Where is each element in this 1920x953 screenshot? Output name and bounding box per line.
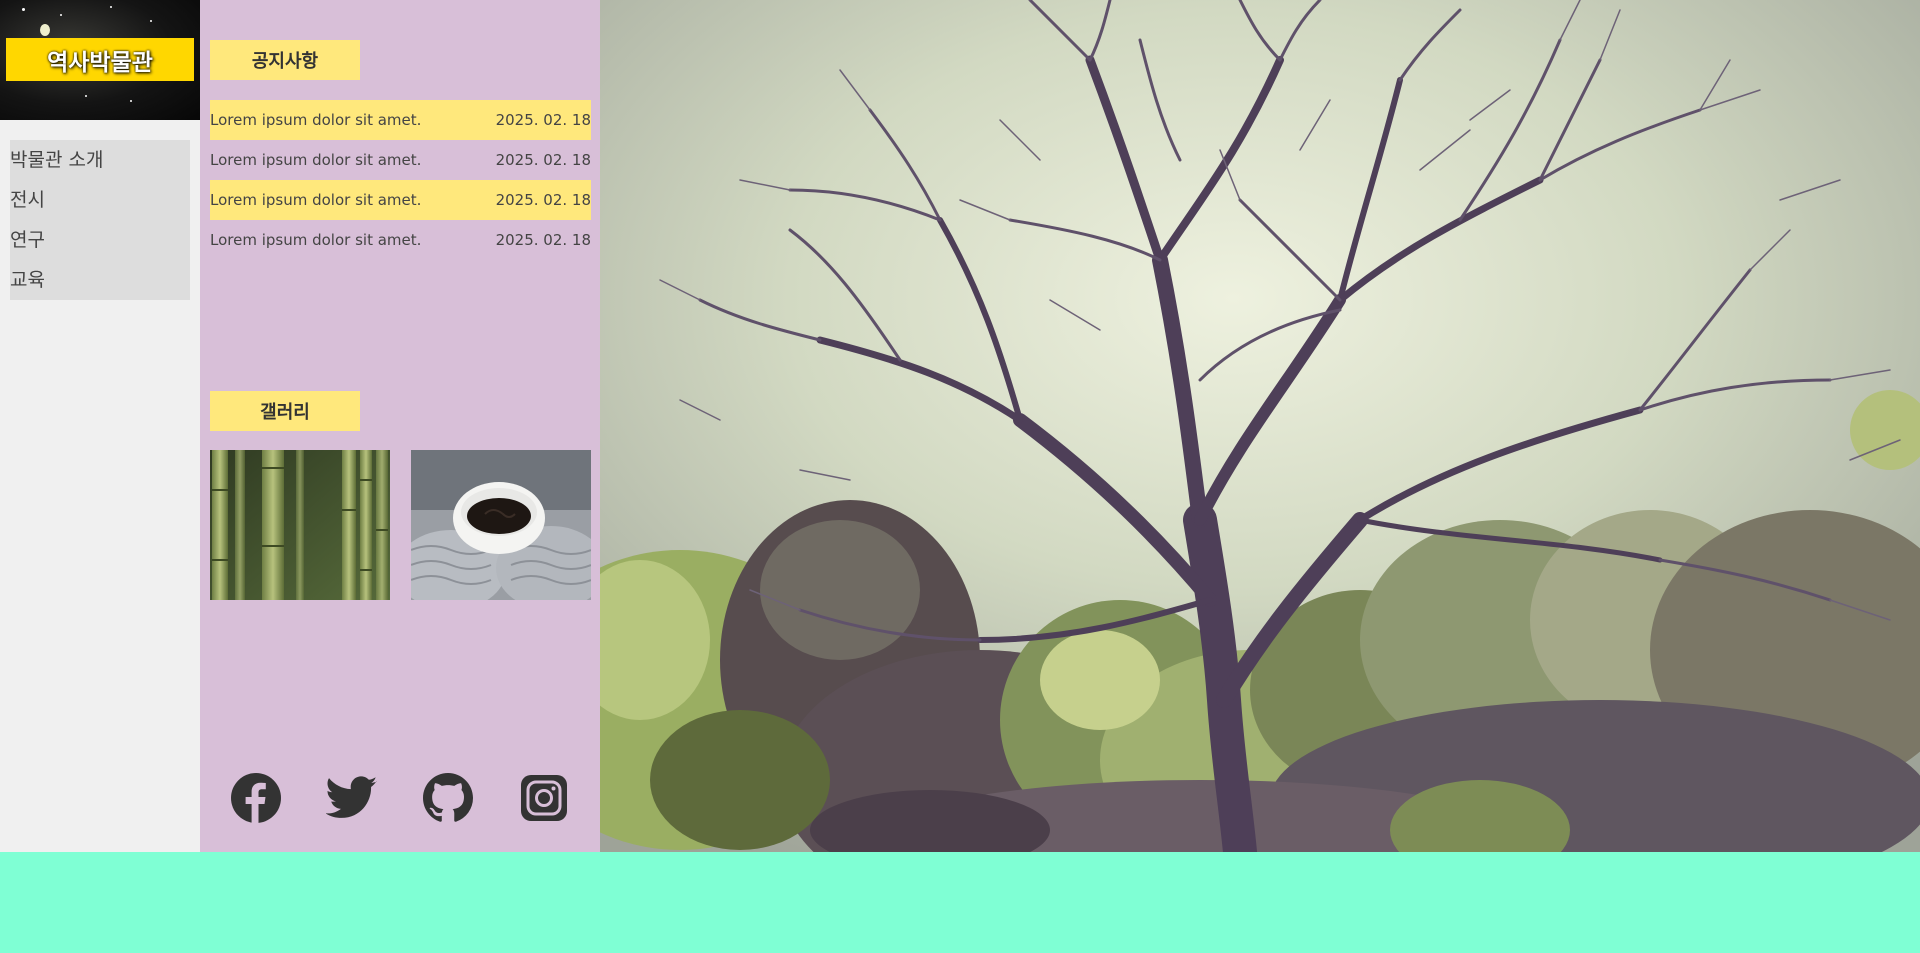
notice-text: Lorem ipsum dolor sit amet.	[210, 191, 422, 209]
left-sidebar: 역사박물관 박물관 소개 전시 연구 교육	[0, 0, 200, 852]
main-menu: 박물관 소개 전시 연구 교육	[10, 140, 190, 300]
gallery	[210, 450, 591, 600]
site-logo[interactable]: 역사박물관	[6, 38, 194, 81]
notice-date: 2025. 02. 18	[495, 111, 591, 129]
instagram-icon[interactable]	[518, 772, 570, 824]
menu-item-education[interactable]: 교육	[10, 260, 190, 300]
social-links	[230, 772, 570, 824]
notice-row[interactable]: Lorem ipsum dolor sit amet. 2025. 02. 18	[210, 100, 591, 140]
notice-text: Lorem ipsum dolor sit amet.	[210, 151, 422, 169]
notice-row[interactable]: Lorem ipsum dolor sit amet. 2025. 02. 18	[210, 140, 591, 180]
gallery-image-bamboo[interactable]	[210, 450, 390, 600]
menu-item-research[interactable]: 연구	[10, 220, 190, 260]
facebook-icon[interactable]	[230, 772, 282, 824]
content-column: 공지사항 Lorem ipsum dolor sit amet. 2025. 0…	[200, 0, 600, 852]
notice-row[interactable]: Lorem ipsum dolor sit amet. 2025. 02. 18	[210, 180, 591, 220]
gallery-title: 갤러리	[210, 391, 360, 431]
notice-date: 2025. 02. 18	[495, 191, 591, 209]
menu-item-about[interactable]: 박물관 소개	[10, 140, 190, 180]
notice-date: 2025. 02. 18	[495, 231, 591, 249]
hero-image	[600, 0, 1920, 852]
notice-text: Lorem ipsum dolor sit amet.	[210, 231, 422, 249]
twitter-icon[interactable]	[326, 772, 378, 824]
gallery-image-coffee[interactable]	[411, 450, 591, 600]
notice-title: 공지사항	[210, 40, 360, 80]
logo-area: 역사박물관	[0, 0, 200, 120]
menu-item-exhibition[interactable]: 전시	[10, 180, 190, 220]
github-icon[interactable]	[422, 772, 474, 824]
notice-text: Lorem ipsum dolor sit amet.	[210, 111, 422, 129]
notice-list: Lorem ipsum dolor sit amet. 2025. 02. 18…	[210, 100, 591, 260]
notice-date: 2025. 02. 18	[495, 151, 591, 169]
notice-row[interactable]: Lorem ipsum dolor sit amet. 2025. 02. 18	[210, 220, 591, 260]
